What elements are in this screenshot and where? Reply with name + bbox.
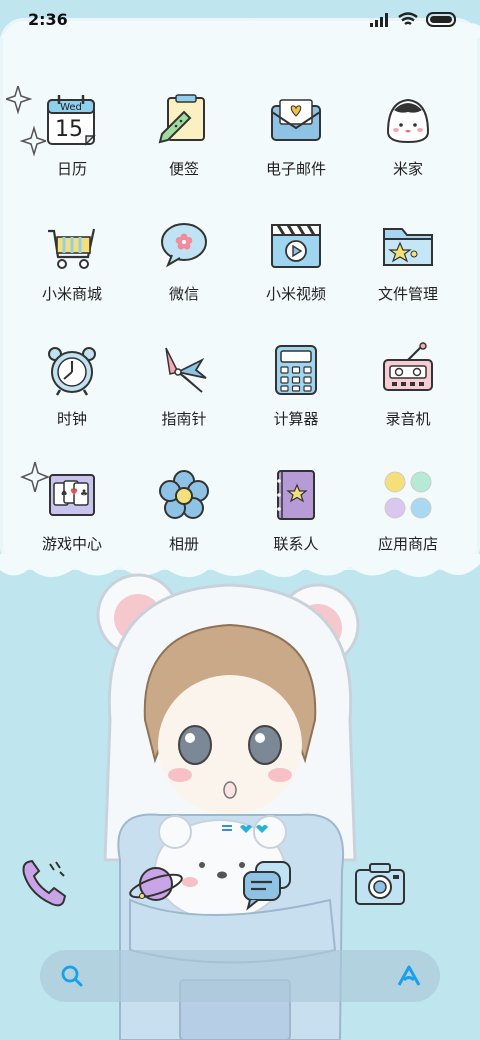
app-label: 小米商城 bbox=[41, 285, 102, 303]
clock-icon bbox=[48, 347, 96, 396]
app-clock[interactable]: 时钟 bbox=[16, 336, 128, 461]
app-label: 电子邮件 bbox=[265, 160, 326, 178]
status-bar: 2:36 bbox=[0, 0, 480, 40]
app-label: 米家 bbox=[392, 160, 423, 178]
app-compass[interactable]: 指南针 bbox=[128, 336, 240, 461]
app-label: 相册 bbox=[168, 535, 199, 553]
search-bar[interactable] bbox=[40, 950, 440, 1002]
app-wechat[interactable]: 微信 bbox=[128, 211, 240, 336]
app-label: 微信 bbox=[168, 285, 199, 303]
dock-camera[interactable] bbox=[352, 856, 464, 916]
app-notes[interactable]: 便签 bbox=[128, 86, 240, 211]
dock bbox=[16, 856, 464, 916]
search-icon bbox=[61, 965, 83, 987]
folder-icon bbox=[383, 228, 433, 266]
notes-icon bbox=[158, 94, 205, 144]
app-label: 录音机 bbox=[385, 410, 431, 428]
camera-icon bbox=[355, 863, 405, 905]
app-label: 联系人 bbox=[273, 535, 319, 553]
app-mi-store[interactable]: 小米商城 bbox=[16, 211, 128, 336]
app-recorder[interactable]: 录音机 bbox=[352, 336, 464, 461]
game-cards-icon: ♠ ♥ ♣ bbox=[49, 474, 95, 516]
dock-phone[interactable] bbox=[16, 856, 128, 916]
mijia-icon bbox=[386, 98, 430, 144]
svg-text:♥: ♥ bbox=[70, 488, 78, 498]
calendar-icon: Wed 15 bbox=[47, 95, 96, 146]
recorder-icon bbox=[383, 342, 433, 391]
app-label: 指南针 bbox=[161, 410, 207, 428]
app-file-manager[interactable]: 文件管理 bbox=[352, 211, 464, 336]
calendar-date: 15 bbox=[55, 117, 83, 142]
app-gallery[interactable]: 相册 bbox=[128, 461, 240, 586]
wechat-icon bbox=[161, 223, 207, 268]
shopping-cart-icon bbox=[48, 228, 96, 269]
app-label: 文件管理 bbox=[377, 285, 438, 303]
app-calculator[interactable]: 计算器 bbox=[240, 336, 352, 461]
calculator-icon bbox=[275, 345, 317, 395]
email-icon bbox=[271, 99, 321, 141]
app-store-icon bbox=[384, 471, 432, 519]
wifi-icon bbox=[398, 12, 418, 25]
app-mijia[interactable]: 米家 bbox=[352, 86, 464, 211]
app-mi-video[interactable]: 小米视频 bbox=[240, 211, 352, 336]
app-label: 便签 bbox=[168, 160, 199, 178]
app-label: 时钟 bbox=[56, 410, 87, 428]
app-email[interactable]: 电子邮件 bbox=[240, 86, 352, 211]
assistant-icon[interactable] bbox=[396, 964, 422, 988]
contacts-book-icon bbox=[277, 470, 315, 520]
battery-icon bbox=[426, 12, 456, 27]
app-app-store[interactable]: 应用商店 bbox=[352, 461, 464, 586]
app-contacts[interactable]: 联系人 bbox=[240, 461, 352, 586]
app-label: 小米视频 bbox=[265, 285, 326, 303]
app-grid: Wed 15 日历 便签 电子邮件 米家 小米商城 微信 小米视频 文件管理 时… bbox=[16, 86, 464, 586]
messages-icon bbox=[243, 861, 291, 911]
app-label: 计算器 bbox=[273, 410, 319, 428]
app-label: 日历 bbox=[56, 160, 87, 178]
compass-icon bbox=[165, 347, 207, 393]
phone-icon bbox=[22, 859, 67, 907]
browser-planet-icon bbox=[129, 867, 183, 901]
svg-text:♠: ♠ bbox=[60, 489, 68, 499]
app-label: 游戏中心 bbox=[41, 535, 102, 553]
dock-browser[interactable] bbox=[128, 856, 240, 916]
signal-icon bbox=[370, 12, 388, 27]
flower-gallery-icon bbox=[159, 470, 209, 519]
dock-messages[interactable] bbox=[240, 856, 352, 916]
calendar-day: Wed bbox=[60, 102, 82, 113]
svg-text:♣: ♣ bbox=[80, 489, 88, 499]
app-game-center[interactable]: ♠ ♥ ♣ 游戏中心 bbox=[16, 461, 128, 586]
app-calendar[interactable]: Wed 15 日历 bbox=[16, 86, 128, 211]
video-icon bbox=[271, 224, 321, 268]
app-label: 应用商店 bbox=[377, 535, 438, 553]
status-time: 2:36 bbox=[28, 10, 68, 29]
